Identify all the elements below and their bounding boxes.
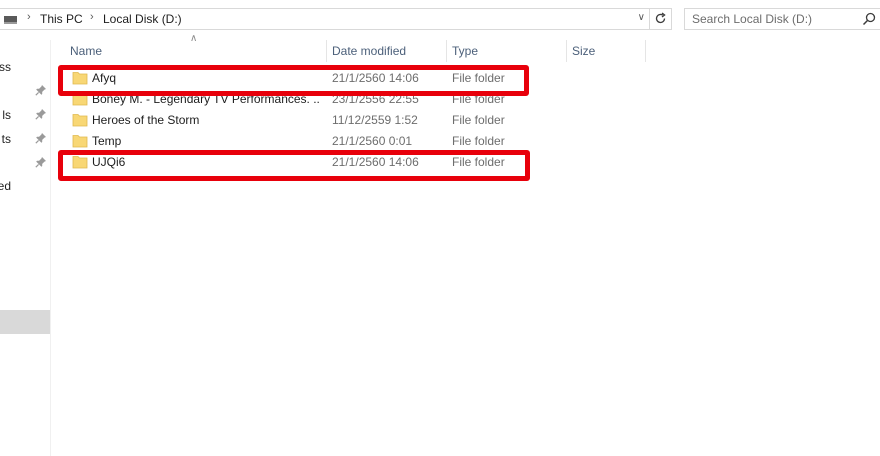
pin-icon[interactable]	[35, 132, 47, 144]
nav-item-label: ss	[0, 60, 11, 74]
column-header-date-modified[interactable]: Date modified	[326, 40, 446, 62]
nav-item-label: ed	[0, 179, 11, 193]
column-header-name[interactable]: Name	[64, 40, 326, 62]
file-name: Temp	[92, 134, 122, 148]
refresh-button[interactable]	[649, 8, 671, 30]
column-divider[interactable]	[645, 40, 646, 62]
chevron-down-icon[interactable]: ∨	[638, 12, 645, 23]
column-header-row: ∧ Name Date modified Type Size	[64, 33, 664, 62]
pin-icon[interactable]	[35, 156, 47, 168]
file-row[interactable]: UJQi6 21/1/2560 14:06 File folder	[64, 152, 654, 173]
nav-item-label: ts	[1, 132, 11, 146]
chevron-right-icon[interactable]: ›	[27, 11, 31, 23]
file-row[interactable]: Heroes of the Storm 11/12/2559 1:52 File…	[64, 110, 654, 131]
file-row[interactable]: Temp 21/1/2560 0:01 File folder	[64, 131, 654, 152]
refresh-icon	[655, 12, 666, 24]
file-type: File folder	[452, 134, 505, 148]
file-type: File folder	[452, 113, 505, 127]
chevron-right-icon[interactable]: ›	[90, 11, 94, 23]
address-bar[interactable]: › This PC › Local Disk (D:) ∨	[0, 8, 672, 30]
file-name: Heroes of the Storm	[92, 113, 200, 127]
folder-icon	[72, 72, 88, 85]
folder-icon	[72, 93, 88, 106]
folder-icon	[72, 114, 88, 127]
column-header-size[interactable]: Size	[566, 40, 646, 62]
address-toolbar: › This PC › Local Disk (D:) ∨	[0, 0, 880, 40]
file-date-modified: 11/12/2559 1:52	[332, 113, 418, 127]
navigation-pane: ss ls ts d	[0, 40, 51, 456]
nav-item-label: ls	[2, 108, 11, 122]
search-box[interactable]	[684, 8, 880, 30]
file-date-modified: 21/1/2560 14:06	[332, 155, 419, 169]
pin-icon[interactable]	[35, 84, 47, 96]
pin-icon[interactable]	[35, 108, 47, 120]
search-icon[interactable]	[862, 12, 876, 26]
file-type: File folder	[452, 71, 505, 85]
file-explorer-window: › This PC › Local Disk (D:) ∨ ss	[0, 0, 880, 456]
nav-item[interactable]: ts	[0, 128, 50, 150]
folder-icon	[72, 156, 88, 169]
file-name: UJQi6	[92, 155, 126, 169]
file-row[interactable]: Afyq 21/1/2560 14:06 File folder	[64, 68, 654, 89]
nav-item-selected[interactable]	[0, 310, 50, 334]
nav-item[interactable]	[0, 80, 50, 102]
column-header-type[interactable]: Type	[446, 40, 566, 62]
nav-item[interactable]: ls	[0, 104, 50, 126]
file-type: File folder	[452, 92, 505, 106]
file-date-modified: 21/1/2560 14:06	[332, 71, 419, 85]
nav-item[interactable]: ss	[0, 56, 50, 78]
search-input[interactable]	[685, 9, 862, 29]
file-row[interactable]: Boney M. - Legendary TV Performances. ..…	[64, 89, 654, 110]
nav-item[interactable]: ed	[0, 175, 50, 197]
file-date-modified: 23/1/2556 22:55	[332, 92, 419, 106]
drive-icon	[4, 16, 17, 24]
file-type: File folder	[452, 155, 505, 169]
file-name: Boney M. - Legendary TV Performances. ..…	[92, 92, 320, 106]
breadcrumb-local-disk[interactable]: Local Disk (D:)	[103, 12, 182, 26]
folder-icon	[72, 135, 88, 148]
breadcrumb-this-pc[interactable]: This PC	[40, 12, 83, 26]
nav-item[interactable]	[0, 152, 50, 174]
file-date-modified: 21/1/2560 0:01	[332, 134, 413, 148]
file-name: Afyq	[92, 71, 117, 85]
